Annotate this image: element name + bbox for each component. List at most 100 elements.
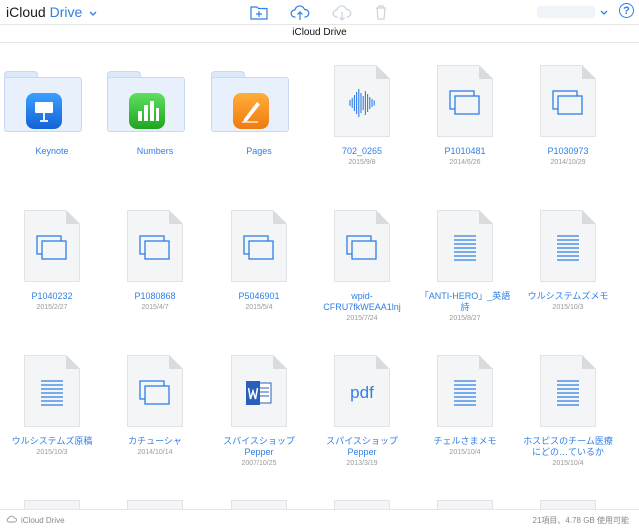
new-folder-icon[interactable] (249, 2, 269, 22)
document-icon: pdf (334, 355, 390, 427)
folder-icon (4, 71, 82, 133)
account-menu[interactable] (537, 6, 595, 18)
file-thumbnail (518, 355, 618, 429)
file-item[interactable]: Numbers (105, 65, 205, 158)
file-thumbnail: pdf (312, 355, 412, 429)
file-date: 2015/8/27 (449, 315, 481, 322)
file-item[interactable]: P1010481 2014/6/26 (415, 65, 515, 167)
help-button[interactable]: ? (619, 3, 634, 18)
file-name: 「ANTI-HERO」_英語詩 (419, 291, 511, 312)
file-item[interactable]: wpid-CFRU7fkWEAA1lnj 2015/7/24 (312, 210, 412, 323)
status-bar: iCloud Drive 21項目、4.78 GB 使用可能 (0, 509, 639, 531)
file-item-partial[interactable] (540, 500, 596, 509)
location-bar: iCloud Drive (0, 24, 639, 43)
file-date: 2014/10/29 (550, 159, 586, 166)
file-item[interactable]: P5046901 2015/5/4 (209, 210, 309, 312)
text-glyph (541, 231, 595, 265)
file-grid: Keynote Numbers Pages 702_0265 2015/9/8 P1010… (0, 43, 639, 509)
file-thumbnail (312, 65, 412, 139)
cloud-icon (6, 515, 17, 525)
keynote-app-icon (26, 93, 62, 129)
audio-file-icon (349, 89, 375, 117)
chevron-down-icon[interactable] (599, 6, 609, 18)
file-date: 2015/10/4 (449, 449, 481, 456)
file-item[interactable]: 「ANTI-HERO」_英語詩 2015/8/27 (415, 210, 515, 323)
text-file-icon (41, 380, 63, 406)
file-item[interactable]: 702_0265 2015/9/8 (312, 65, 412, 167)
image-file-icon (552, 90, 583, 115)
file-thumbnail (209, 65, 309, 139)
file-item-partial[interactable] (334, 500, 390, 509)
trash-icon[interactable] (371, 2, 391, 22)
image-glyph (335, 231, 389, 265)
document-icon (127, 210, 183, 282)
file-item[interactable]: ウルシステムズ原稿 2015/10/3 (2, 355, 102, 457)
file-item-partial[interactable] (24, 500, 80, 509)
document-icon (334, 65, 390, 137)
file-item-partial[interactable] (437, 500, 493, 509)
file-name: Numbers (136, 146, 174, 156)
document-icon (334, 210, 390, 282)
page-title: iCloud Drive (292, 27, 347, 38)
file-name: スパイスショップPepper (223, 436, 295, 457)
file-date: 2015/10/3 (552, 304, 584, 311)
file-item[interactable]: ホスピスのチーム医療にどの…ているか 2015/10/4 (518, 355, 618, 468)
file-item[interactable]: P1080868 2015/4/7 (105, 210, 205, 312)
file-item[interactable]: P1030973 2014/10/29 (518, 65, 618, 167)
brand-primary: iCloud (6, 4, 46, 20)
pdf-file-icon: pdf (335, 376, 389, 410)
storage-summary: 21項目、4.78 GB 使用可能 (532, 516, 629, 525)
file-item-partial[interactable] (127, 500, 183, 509)
file-name: P1080868 (134, 291, 176, 301)
file-item[interactable]: ウルシステムズメモ 2015/10/3 (518, 210, 618, 312)
file-thumbnail (415, 210, 515, 284)
document-icon (127, 355, 183, 427)
image-glyph (25, 231, 79, 265)
file-item[interactable]: pdf スパイスショップPepper 2013/3/19 (312, 355, 412, 468)
file-thumbnail (312, 210, 412, 284)
file-thumbnail (518, 210, 618, 284)
file-name: Keynote (35, 146, 69, 156)
text-glyph (438, 376, 492, 410)
toolbar: iCloud Drive ? (0, 0, 639, 24)
file-thumbnail (2, 65, 102, 139)
file-name: P5046901 (238, 291, 280, 301)
app-switcher[interactable]: iCloud Drive (6, 3, 97, 21)
file-thumbnail (415, 355, 515, 429)
file-item[interactable]: スパイスショップPepper 2007/10/25 (209, 355, 309, 468)
file-name: カチューシャ (128, 436, 182, 446)
text-glyph (438, 231, 492, 265)
file-date: 2007/10/25 (241, 460, 277, 467)
file-date: 2015/4/7 (141, 304, 169, 311)
file-item[interactable]: カチューシャ 2014/10/14 (105, 355, 205, 457)
upload-icon[interactable] (290, 2, 310, 22)
word-file-icon (246, 381, 272, 405)
document-icon (437, 210, 493, 282)
pdf-glyph-label: pdf (350, 383, 374, 402)
text-file-icon (454, 380, 476, 406)
word-glyph (232, 376, 286, 410)
status-location: iCloud Drive (21, 515, 65, 525)
image-glyph (128, 376, 182, 410)
file-name: ホスピスのチーム医療にどの…ているか (523, 436, 613, 457)
file-name: Pages (246, 146, 272, 156)
file-item-partial[interactable] (231, 500, 287, 509)
download-icon[interactable] (332, 2, 352, 22)
folder-icon (211, 71, 289, 133)
file-name: チェルさまメモ (433, 436, 497, 446)
file-item[interactable]: Pages (209, 65, 309, 158)
file-item[interactable]: Keynote (2, 65, 102, 158)
document-icon (231, 355, 287, 427)
file-date: 2015/7/24 (346, 315, 378, 322)
file-name: ウルシステムズ原稿 (11, 436, 93, 446)
text-glyph (541, 376, 595, 410)
image-file-icon (139, 235, 170, 260)
numbers-app-icon (129, 93, 165, 129)
image-file-icon (243, 235, 274, 260)
file-item[interactable]: チェルさまメモ 2015/10/4 (415, 355, 515, 457)
file-name: wpid-CFRU7fkWEAA1lnj (323, 291, 401, 312)
file-item[interactable]: P1040232 2015/2/27 (2, 210, 102, 312)
image-glyph (232, 231, 286, 265)
file-date: 2015/10/3 (36, 449, 68, 456)
text-file-icon (454, 235, 476, 261)
